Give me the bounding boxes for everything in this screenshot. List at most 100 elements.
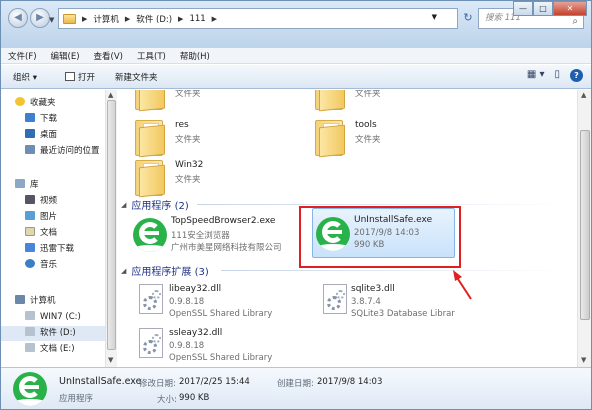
menu-edit[interactable]: 编辑(E): [44, 48, 87, 63]
maximize-button[interactable]: □: [533, 1, 553, 16]
command-bar: 组织 ▾ 打开 新建文件夹 ▦ ▾ ▯ ?: [1, 65, 591, 89]
group-header-extensions[interactable]: ◢ 应用程序扩展 (3): [121, 263, 209, 279]
back-arrow-icon[interactable]: ◀: [8, 8, 28, 28]
nav-label: 软件 (D:): [40, 328, 76, 338]
content-scrollbar[interactable]: ▲ ▼: [577, 90, 591, 367]
drive-icon: [25, 327, 35, 336]
nav-item-drive-e[interactable]: 文档 (E:): [25, 342, 105, 357]
item-name: TopSpeedBrowser2.exe: [171, 216, 276, 226]
item-name: tools: [355, 120, 377, 130]
dll-gear-icon: [139, 284, 163, 314]
title-bar: ◀ ▶ ▼ ▶ 计算机 ▶ 软件 (D:) ▶ 111 ▶ ▼ ↻ 搜索 111…: [1, 1, 591, 48]
nav-label: 文档 (E:): [40, 344, 75, 354]
details-modified-value: 2017/2/25 15:44: [179, 377, 250, 387]
breadcrumb-separator-icon[interactable]: ▶: [125, 15, 130, 23]
nav-favorites[interactable]: 收藏夹: [15, 96, 105, 111]
open-button[interactable]: 打开: [57, 71, 103, 83]
scroll-up-icon[interactable]: ▲: [581, 91, 586, 99]
group-label: 应用程序 (2): [131, 201, 189, 212]
breadcrumb-drive-d[interactable]: 软件 (D:): [136, 13, 172, 25]
address-dropdown-icon[interactable]: ▼: [432, 13, 437, 21]
preview-pane-icon[interactable]: ▯: [554, 69, 560, 82]
navigation-pane: 收藏夹 下载 桌面 最近访问的位置 库 视频 图片 文档 迅雷下载 音乐 计算机…: [1, 90, 105, 367]
scroll-up-icon[interactable]: ▲: [108, 91, 113, 99]
folder-item-tools[interactable]: tools 文件夹: [315, 118, 495, 162]
thunder-download-icon: [25, 243, 35, 252]
breadcrumb-separator-icon[interactable]: ▶: [212, 15, 217, 23]
refresh-icon[interactable]: ↻: [460, 8, 476, 29]
view-controls: ▦ ▾ ▯ ?: [527, 69, 583, 82]
collapse-triangle-icon[interactable]: ◢: [121, 201, 126, 209]
nav-label: 文档: [40, 228, 58, 238]
app-green-e-icon: [13, 372, 47, 406]
app-item-uninstallsafe[interactable]: UnInstallSafe.exe 2017/9/8 14:03 990 KB: [314, 213, 454, 257]
folder-item[interactable]: 文件夹: [135, 90, 315, 116]
breadcrumb-separator-icon[interactable]: ▶: [82, 15, 87, 23]
minimize-button[interactable]: —: [513, 1, 533, 16]
dll-item-libeay32[interactable]: libeay32.dll 0.9.8.18 OpenSSL Shared Lib…: [135, 282, 315, 326]
nav-item-desktop[interactable]: 桌面: [25, 128, 105, 143]
help-icon[interactable]: ?: [570, 69, 583, 82]
folder-icon: [135, 120, 167, 158]
folder-item-res[interactable]: res 文件夹: [135, 118, 315, 162]
nav-scrollbar[interactable]: ▲ ▼: [105, 90, 117, 367]
nav-item-recent[interactable]: 最近访问的位置: [25, 144, 105, 159]
menu-file[interactable]: 文件(F): [1, 48, 44, 63]
nav-item-drive-d[interactable]: 软件 (D:): [1, 326, 105, 341]
item-date: 2017/9/8 14:03: [354, 228, 420, 238]
nav-item-pictures[interactable]: 图片: [25, 210, 105, 225]
organize-button[interactable]: 组织 ▾: [1, 71, 45, 83]
star-icon: [15, 97, 25, 106]
video-icon: [25, 195, 35, 204]
forward-arrow-icon[interactable]: ▶: [30, 8, 50, 28]
breadcrumb-computer[interactable]: 计算机: [93, 13, 119, 25]
details-pane: UnInstallSafe.exe 应用程序 修改日期: 2017/2/25 1…: [1, 367, 591, 409]
scroll-down-icon[interactable]: ▼: [581, 356, 586, 364]
close-button[interactable]: ✕: [553, 1, 587, 16]
dll-item-ssleay32[interactable]: ssleay32.dll 0.9.8.18 OpenSSL Shared Lib…: [135, 326, 315, 367]
collapse-triangle-icon[interactable]: ◢: [121, 267, 126, 275]
nav-item-music[interactable]: 音乐: [25, 258, 105, 273]
item-type: 文件夹: [175, 90, 201, 99]
nav-label: 图片: [40, 212, 58, 222]
folder-item-win32[interactable]: Win32 文件夹: [135, 158, 315, 202]
drive-icon: [25, 311, 35, 320]
recent-pages-dropdown-icon[interactable]: ▼: [49, 16, 54, 24]
address-bar[interactable]: ▶ 计算机 ▶ 软件 (D:) ▶ 111 ▶ ▼: [58, 8, 458, 29]
nav-label: 迅雷下载: [40, 244, 75, 254]
item-name: sqlite3.dll: [351, 284, 395, 294]
nav-libraries[interactable]: 库: [15, 178, 105, 193]
nav-item-documents[interactable]: 文档: [25, 226, 105, 241]
folder-icon: [135, 160, 167, 198]
item-name: UnInstallSafe.exe: [354, 215, 433, 225]
breadcrumb-separator-icon[interactable]: ▶: [178, 15, 183, 23]
dll-item-sqlite3[interactable]: sqlite3.dll 3.8.7.4 SQLite3 Database Lib…: [319, 282, 499, 326]
nav-scrollbar-thumb[interactable]: [107, 100, 116, 350]
app-item-topspeedbrowser[interactable]: TopSpeedBrowser2.exe 111安全浏览器 广州市美星网络科技有…: [131, 214, 321, 258]
new-folder-button[interactable]: 新建文件夹: [107, 71, 166, 83]
content-scrollbar-thumb[interactable]: [580, 130, 590, 320]
explorer-window: ◀ ▶ ▼ ▶ 计算机 ▶ 软件 (D:) ▶ 111 ▶ ▼ ↻ 搜索 111…: [0, 0, 592, 410]
picture-icon: [25, 211, 35, 220]
nav-item-drive-c[interactable]: WIN7 (C:): [25, 310, 105, 325]
menu-help[interactable]: 帮助(H): [173, 48, 217, 63]
view-options-icon[interactable]: ▦ ▾: [527, 69, 545, 82]
group-header-apps[interactable]: ◢ 应用程序 (2): [121, 197, 189, 213]
nav-label: 下载: [40, 114, 58, 124]
folder-item[interactable]: 文件夹: [315, 90, 495, 116]
nav-item-thunder[interactable]: 迅雷下载: [25, 242, 105, 257]
library-icon: [15, 179, 25, 188]
item-version: 0.9.8.18: [169, 297, 205, 307]
scroll-down-icon[interactable]: ▼: [108, 356, 113, 364]
menu-view[interactable]: 查看(V): [87, 48, 130, 63]
details-created-label: 创建日期:: [277, 379, 314, 389]
menu-tools[interactable]: 工具(T): [130, 48, 173, 63]
nav-computer[interactable]: 计算机: [15, 294, 105, 309]
window-controls: — □ ✕: [513, 1, 587, 16]
download-folder-icon: [25, 113, 35, 122]
breadcrumb-folder-111[interactable]: 111: [189, 14, 205, 24]
nav-label: 库: [30, 180, 39, 190]
folder-icon: [315, 90, 347, 112]
nav-item-videos[interactable]: 视频: [25, 194, 105, 209]
nav-item-downloads[interactable]: 下载: [25, 112, 105, 127]
